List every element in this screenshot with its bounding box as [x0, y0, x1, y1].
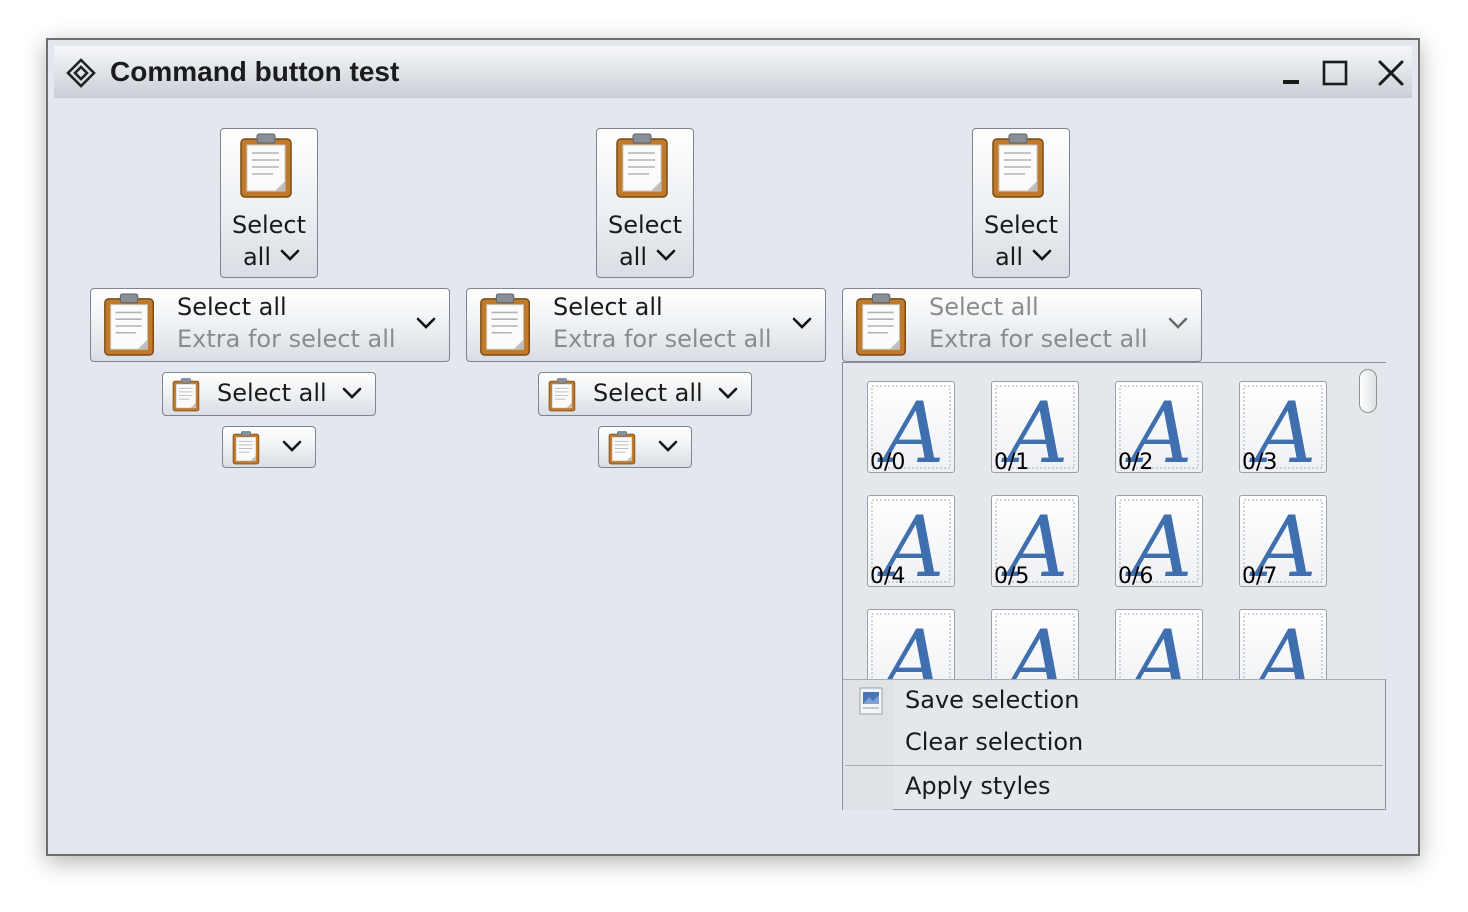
clipboard-icon: [232, 431, 260, 465]
scrollbar-thumb[interactable]: [1359, 369, 1377, 413]
menu-item-label: Apply styles: [905, 772, 1051, 800]
menu-item-label: Save selection: [905, 686, 1080, 714]
svg-text:A: A: [1001, 612, 1069, 679]
chevron-down-icon: [718, 387, 738, 399]
minimize-icon[interactable]: [1274, 56, 1308, 90]
gallery-cell-label: 0/6: [1118, 564, 1154, 587]
clipboard-icon: [172, 378, 200, 412]
gallery-cell[interactable]: A 0/5: [991, 495, 1079, 587]
svg-text:A: A: [1249, 612, 1317, 679]
clipboard-icon: [616, 133, 668, 198]
small-button-label: Select all: [217, 379, 327, 407]
gallery-cell-label: 0/5: [994, 564, 1030, 587]
font-style-icon: A: [995, 612, 1075, 679]
gallery-cell[interactable]: A: [1239, 609, 1327, 679]
gallery-cell[interactable]: A: [1115, 609, 1203, 679]
window-title: Command button test: [110, 56, 400, 87]
medium-button-extra-text: Extra for select all: [553, 325, 772, 353]
chevron-down-icon: [342, 387, 362, 399]
gallery-cell[interactable]: A 0/2: [1115, 381, 1203, 473]
font-style-icon: A: [1243, 612, 1323, 679]
select-all-medium-button-disabled[interactable]: Select all Extra for select all: [842, 288, 1202, 362]
big-button-label-line1: Select: [607, 211, 683, 239]
menu-item-apply-styles[interactable]: Apply styles: [843, 766, 1385, 808]
clipboard-icon: [992, 133, 1044, 198]
font-style-icon: A: [1119, 612, 1199, 679]
chevron-down-icon: [416, 317, 436, 329]
picture-icon: [859, 687, 883, 715]
clipboard-icon: [480, 293, 530, 356]
clipboard-icon: [104, 293, 154, 356]
gallery-cell[interactable]: A: [867, 609, 955, 679]
select-all-medium-button[interactable]: Select all Extra for select all: [466, 288, 826, 362]
select-all-icon-button[interactable]: [222, 426, 316, 468]
big-button-label-line1: Select: [983, 211, 1059, 239]
gallery-cell-label: 0/4: [870, 564, 906, 587]
font-style-icon: A: [871, 612, 951, 679]
chevron-down-icon: [792, 317, 812, 329]
gallery-cell[interactable]: A 0/7: [1239, 495, 1327, 587]
close-icon[interactable]: [1374, 56, 1408, 90]
small-button-label: Select all: [593, 379, 703, 407]
select-all-small-button[interactable]: Select all: [538, 372, 752, 416]
svg-text:A: A: [877, 612, 945, 679]
title-bar[interactable]: Command button test: [54, 46, 1412, 98]
gallery-cell-label: 0/1: [994, 450, 1030, 473]
gallery-cell-label: 0/7: [1242, 564, 1278, 587]
gallery-scrollbar[interactable]: [1353, 363, 1386, 679]
gallery-cell-label: 0/2: [1118, 450, 1154, 473]
menu-item-save-selection[interactable]: Save selection: [843, 680, 1385, 722]
select-all-big-button[interactable]: Select all: [220, 128, 318, 278]
svg-text:A: A: [1125, 612, 1193, 679]
app-diamond-icon: [66, 58, 96, 88]
select-all-small-button[interactable]: Select all: [162, 372, 376, 416]
gallery-cell[interactable]: A 0/0: [867, 381, 955, 473]
medium-button-label: Select all: [553, 293, 663, 321]
select-all-icon-button[interactable]: [598, 426, 692, 468]
clipboard-icon: [548, 378, 576, 412]
gallery-cell[interactable]: A 0/4: [867, 495, 955, 587]
medium-button-extra-text: Extra for select all: [929, 325, 1148, 353]
gallery-cell[interactable]: A: [991, 609, 1079, 679]
chevron-down-icon: [1168, 317, 1188, 329]
chevron-down-icon: [282, 440, 302, 452]
chevron-down-icon: [280, 249, 300, 261]
select-all-big-button[interactable]: Select all: [596, 128, 694, 278]
clipboard-icon: [856, 293, 906, 356]
gallery-cell[interactable]: A 0/3: [1239, 381, 1327, 473]
maximize-icon[interactable]: [1318, 56, 1352, 90]
chevron-down-icon: [656, 249, 676, 261]
gallery-cell-label: 0/3: [1242, 450, 1278, 473]
clipboard-icon: [608, 431, 636, 465]
chevron-down-icon: [1032, 249, 1052, 261]
style-gallery: A 0/0 A 0/1 A 0/2 A 0/3 A 0/4 A 0/5 A 0/6 A 0/7 A A A A: [843, 363, 1353, 679]
medium-button-label: Select all: [929, 293, 1039, 321]
big-button-label-line1: Select: [231, 211, 307, 239]
chevron-down-icon: [658, 440, 678, 452]
menu-item-label: Clear selection: [905, 728, 1084, 756]
gallery-cell[interactable]: A 0/6: [1115, 495, 1203, 587]
clipboard-icon: [240, 133, 292, 198]
gallery-cell[interactable]: A 0/1: [991, 381, 1079, 473]
menu-item-clear-selection[interactable]: Clear selection: [843, 722, 1385, 764]
select-all-big-button[interactable]: Select all: [972, 128, 1070, 278]
medium-button-extra-text: Extra for select all: [177, 325, 396, 353]
popup-menu: Save selection Clear selection Apply sty…: [843, 679, 1385, 810]
gallery-cell-label: 0/0: [870, 450, 906, 473]
popup-panel: A 0/0 A 0/1 A 0/2 A 0/3 A 0/4 A 0/5 A 0/6 A 0/7 A A A A Sav…: [842, 362, 1386, 810]
medium-button-label: Select all: [177, 293, 287, 321]
select-all-medium-button[interactable]: Select all Extra for select all: [90, 288, 450, 362]
